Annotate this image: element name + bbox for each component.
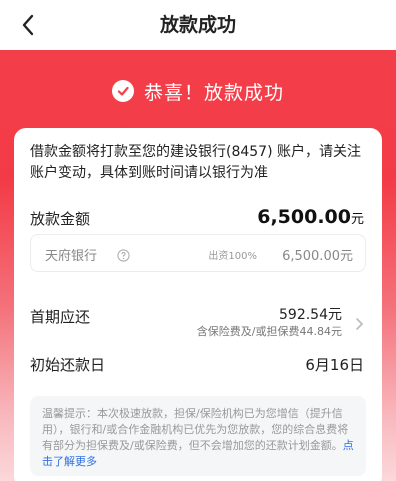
first-repay-date-label: 初始还款日 — [30, 356, 106, 374]
first-payment-label: 首期应还 — [30, 308, 91, 326]
account-notice: 借款金额将打款至您的建设银行(8457) 账户，请关注账户变动，具体到账时间请以… — [30, 144, 362, 181]
nav-bar: 放款成功 — [0, 0, 396, 50]
chevron-right-icon[interactable] — [354, 316, 366, 330]
warm-tips: 温馨提示：本次极速放款，担保/保险机构已为您增信（提升信用），银行和/或合作金融… — [30, 396, 366, 476]
tips-text: 温馨提示：本次极速放款，担保/保险机构已为您增信（提升信用），银行和/或合作金融… — [42, 407, 349, 452]
page-title: 放款成功 — [159, 14, 236, 36]
lender-amount: 6,500.00元 — [282, 249, 353, 264]
first-payment-note: 含保险费及/或担保费44.84元 — [196, 325, 342, 338]
loan-amount-label: 放款金额 — [30, 210, 91, 228]
success-banner: 恭喜！放款成功 — [0, 73, 396, 109]
lender-ratio: 出资100% — [208, 251, 257, 262]
check-circle-icon — [111, 80, 134, 102]
loan-amount-number: 6,500.00 — [257, 206, 351, 228]
lender-name: 天府银行 — [45, 249, 98, 264]
success-message: 恭喜！放款成功 — [143, 81, 284, 104]
lender-box: 天府银行 出资100% 6,500.00元 — [30, 234, 366, 272]
first-payment-value: 592.54元 — [279, 307, 342, 323]
loan-amount-unit: 元 — [350, 212, 364, 227]
first-repay-date-value: 6月16日 — [305, 356, 364, 374]
question-circle-icon[interactable] — [117, 247, 130, 262]
loan-detail-card: 借款金额将打款至您的建设银行(8457) 账户，请关注账户变动，具体到账时间请以… — [14, 128, 382, 481]
loan-amount-value: 6,500.00元 — [257, 206, 364, 228]
